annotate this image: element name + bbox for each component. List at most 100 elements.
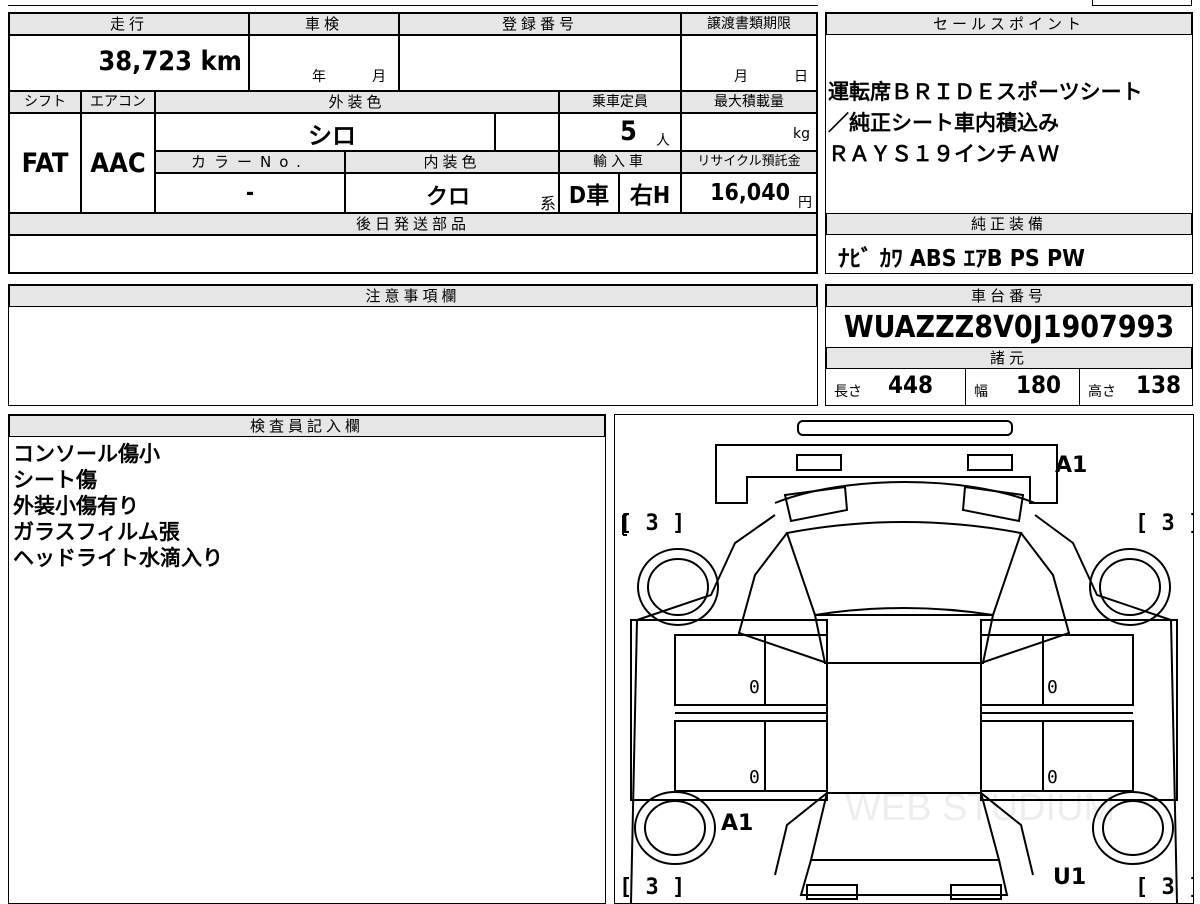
transfer-day: 日	[794, 69, 808, 85]
interior-color-header: 内装色	[345, 151, 559, 173]
wheel-fr-shape	[1089, 548, 1171, 626]
wheel-rl-inner-shape	[644, 800, 706, 856]
car-diagram-panel: [ 3 ] [ 3 ] [ 3 ] [ 3 ] A1 A1 U1 0 0 0 0…	[614, 414, 1194, 904]
exterior-color-cell: シロ	[155, 113, 495, 151]
cabin-shape	[826, 662, 982, 794]
spec-height-value: 138	[1136, 371, 1182, 399]
import-handle-value: 右H	[619, 173, 681, 213]
door-fl-value: 0	[749, 677, 760, 698]
door-fr-value: 0	[1047, 677, 1058, 698]
spec-height-label: 高さ	[1088, 384, 1116, 400]
left-side-panel-shape	[630, 619, 828, 801]
vehicle-data-grid: 走行 車検 登録番号 譲渡書類期限 38,723 km 年 月 月 日 シフト …	[8, 12, 818, 274]
rear-light-right-shape	[950, 884, 1002, 900]
exterior-color-header: 外装色	[155, 91, 559, 113]
spec-width-label: 幅	[974, 384, 988, 400]
later-parts-cell	[9, 235, 817, 273]
windshield-shape	[785, 521, 1023, 617]
exterior-color-extra-cell	[495, 113, 559, 151]
inspector-panel: 検査員記入欄 コンソール傷小 シート傷 外装小傷有り ガラスフィルム張 ヘッドラ…	[8, 414, 606, 904]
capacity-header: 乗車定員	[559, 91, 681, 113]
import-header: 輸入車	[559, 151, 681, 173]
top-strip-right	[1092, 0, 1192, 6]
damage-mark-rear-right: U1	[1053, 865, 1087, 890]
interior-color-cell: クロ 系	[345, 173, 559, 213]
shift-header: シフト	[9, 91, 81, 113]
a-pillar-left-shape	[737, 532, 828, 664]
specs-header: 諸元	[826, 347, 1192, 369]
front-light-right-shape	[961, 485, 1025, 523]
notes-header: 注意事項欄	[9, 285, 817, 307]
c-pillar-left-shape	[774, 792, 828, 876]
headlight-right-shape	[967, 454, 1013, 471]
top-strip	[8, 0, 818, 6]
sales-points-panel: セールスポイント 運転席ＢＲＩＤＥスポーツシート ／純正シート車内積込み ＲＡＹ…	[825, 12, 1193, 274]
grade-rear-right: [ 3 ]	[1135, 875, 1193, 900]
recycle-cell: 16,040 円	[681, 173, 817, 213]
max-load-unit: kg	[793, 126, 810, 142]
mileage-value-cell: 38,723 km	[9, 35, 249, 91]
import-type-value: D車	[559, 173, 619, 213]
registration-value-cell	[399, 35, 681, 91]
door-rr-value: 0	[1047, 767, 1058, 788]
max-load-cell: kg	[681, 113, 817, 151]
roof-shape	[813, 614, 995, 664]
damage-mark-front: A1	[1055, 453, 1088, 478]
door-rl-handle-shape	[764, 720, 828, 792]
transfer-deadline-cell: 月 日	[681, 35, 817, 91]
sales-points-header: セールスポイント	[826, 13, 1192, 35]
inspection-header: 車検	[249, 13, 399, 35]
max-load-header: 最大積載量	[681, 91, 817, 113]
a-pillar-right-shape	[980, 532, 1071, 664]
wheel-rl-shape	[634, 791, 716, 865]
registration-header: 登録番号	[399, 13, 681, 35]
exterior-color-value: シロ	[308, 122, 356, 150]
equipment-header: 純正装備	[826, 213, 1192, 235]
sales-point-line-3: ＲＡＹＳ１９インチＡＷ	[828, 142, 1059, 166]
sales-point-line-2: ／純正シート車内積込み	[828, 111, 1059, 135]
spec-width-value: 180	[1016, 371, 1062, 399]
spec-length-value: 448	[888, 371, 934, 399]
inspector-line-4: ガラスフィルム張	[13, 520, 180, 544]
recycle-value: 16,040	[710, 180, 790, 206]
color-no-header: カラーNo.	[155, 151, 345, 173]
inspection-month: 月	[372, 69, 386, 85]
damage-mark-rear-left: A1	[721, 811, 754, 836]
chassis-value: WUAZZZ8V0J1907993	[843, 309, 1175, 345]
recycle-header: リサイクル預託金	[681, 151, 817, 173]
interior-color-suffix: 系	[539, 194, 556, 213]
aircon-value: AAC	[81, 113, 155, 213]
rear-light-left-shape	[806, 884, 858, 900]
spec-length-label: 長さ	[834, 384, 862, 400]
watermark-text: WEB STUDIUM	[845, 787, 1116, 829]
capacity-value: 5	[620, 116, 637, 147]
aircon-header: エアコン	[81, 91, 155, 113]
color-no-value: -	[155, 173, 345, 213]
grade-front-left: [ 3 ]	[619, 511, 686, 536]
mileage-value: 38,723	[98, 46, 193, 77]
interior-color-value: クロ	[426, 185, 471, 210]
grade-rear-left: [ 3 ]	[619, 875, 686, 900]
door-rl-value: 0	[749, 767, 760, 788]
later-parts-header: 後日発送部品	[9, 213, 817, 235]
inspector-line-5: ヘッドライト水滴入り	[13, 546, 223, 570]
capacity-unit: 人	[656, 133, 670, 149]
chassis-panel: 車台番号 WUAZZZ8V0J1907993 諸元 長さ 448 幅 180 高…	[825, 284, 1193, 406]
transfer-deadline-header: 譲渡書類期限	[681, 13, 817, 35]
wheel-fl-shape	[637, 548, 719, 626]
door-rr-handle-shape	[980, 720, 1044, 792]
capacity-cell: 5 人	[559, 113, 681, 151]
spec-length-cell: 長さ 448	[826, 369, 966, 405]
inspection-year: 年	[312, 69, 326, 85]
headlight-left-shape	[796, 454, 842, 471]
inspector-header: 検査員記入欄	[9, 415, 605, 437]
inspector-line-2: シート傷	[13, 468, 97, 492]
shift-value: FAT	[9, 113, 81, 213]
mileage-header: 走行	[9, 13, 249, 35]
transfer-month: 月	[734, 69, 748, 85]
sales-point-line-1: 運転席ＢＲＩＤＥスポーツシート	[828, 80, 1143, 104]
inspector-line-1: コンソール傷小	[13, 442, 160, 466]
chassis-header: 車台番号	[826, 285, 1192, 307]
front-bumper-shape	[797, 420, 1013, 436]
mileage-unit: km	[200, 46, 242, 77]
